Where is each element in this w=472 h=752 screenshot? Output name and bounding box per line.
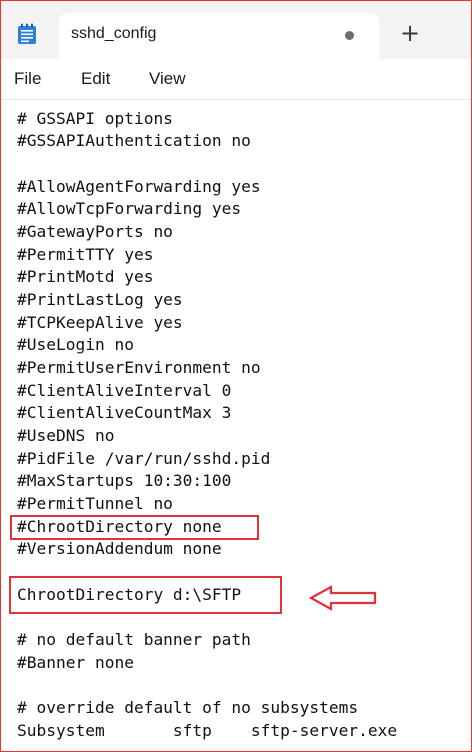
code-line: #MaxStartups 10:30:100 — [17, 471, 232, 490]
code-line: # GSSAPI options — [17, 109, 173, 128]
new-tab-button[interactable]: + — [395, 21, 425, 51]
code-line: #GatewayPorts no — [17, 222, 173, 241]
code-line: #ClientAliveInterval 0 — [17, 381, 232, 400]
code-line: #PrintLastLog yes — [17, 290, 183, 309]
code-line: # no default banner path — [17, 630, 251, 649]
code-line: # override default of no subsystems — [17, 698, 359, 717]
notepad-window: sshd_config + File Edit View # GSSAPI op… — [0, 0, 472, 752]
unsaved-indicator-icon[interactable] — [345, 31, 354, 40]
code-line: #PermitUserEnvironment no — [17, 358, 261, 377]
menu-bar: File Edit View — [1, 59, 471, 100]
code-line: #PidFile /var/run/sshd.pid — [17, 449, 271, 468]
code-line: #UseLogin no — [17, 335, 134, 354]
code-line: #PermitTTY yes — [17, 245, 154, 264]
code-line: #Banner none — [17, 653, 134, 672]
menu-file[interactable]: File — [14, 69, 41, 89]
code-line: #AllowAgentForwarding yes — [17, 177, 261, 196]
highlight-box-chroot-directory — [9, 576, 282, 614]
menu-view[interactable]: View — [149, 69, 186, 89]
title-bar: sshd_config + — [1, 1, 471, 59]
code-line: #TCPKeepAlive yes — [17, 313, 183, 332]
left-pointing-arrow-icon — [309, 585, 377, 611]
code-line: #PermitTunnel no — [17, 494, 173, 513]
highlight-box-commented-chroot — [10, 515, 259, 540]
tab-sshd-config[interactable]: sshd_config — [59, 13, 379, 59]
text-editor[interactable]: # GSSAPI options #GSSAPIAuthentication n… — [1, 100, 471, 751]
code-line: #AllowTcpForwarding yes — [17, 199, 242, 218]
code-line: #ClientAliveCountMax 3 — [17, 403, 232, 422]
tab-title: sshd_config — [71, 25, 157, 42]
menu-edit[interactable]: Edit — [81, 69, 110, 89]
notepad-icon — [17, 23, 37, 45]
code-line: #UseDNS no — [17, 426, 115, 445]
code-line: Subsystem sftp sftp-server.exe — [17, 721, 398, 740]
code-line: #VersionAddendum none — [17, 539, 222, 558]
code-line: #GSSAPIAuthentication no — [17, 131, 251, 150]
code-line: #PrintMotd yes — [17, 267, 154, 286]
